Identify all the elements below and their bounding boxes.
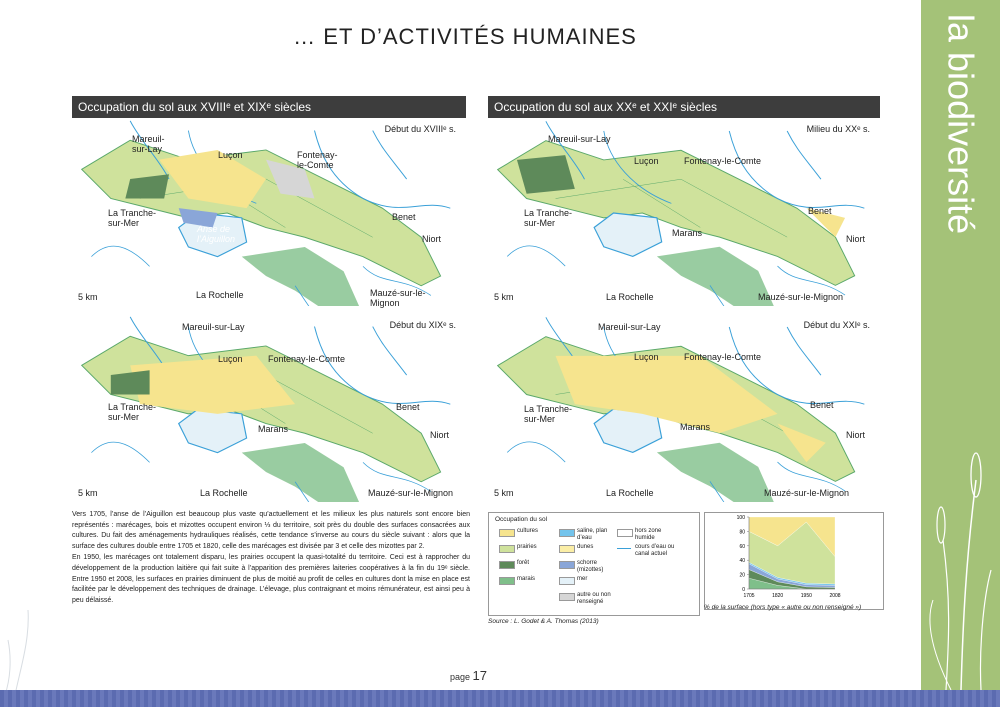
paragraph: Vers 1705, l’anse de l’Aiguillon est bea… bbox=[72, 511, 470, 550]
label-tranche: La Tranche-sur-Mer bbox=[108, 208, 157, 228]
legend-label: saline, plan d’eau bbox=[577, 528, 608, 541]
section-header-left: Occupation du sol aux XVIIIᵉ et XIXᵉ siè… bbox=[72, 96, 466, 118]
legend-swatch bbox=[559, 561, 575, 569]
label-larochelle: La Rochelle bbox=[606, 488, 654, 498]
map-period: Début du XVIIIᵉ s. bbox=[384, 124, 456, 134]
label-fontenay: Fontenay-le-Comte bbox=[684, 352, 762, 362]
label-benet: Benet bbox=[396, 402, 420, 412]
legend-swatch bbox=[559, 593, 575, 601]
legend-swatch bbox=[499, 577, 515, 585]
legend-swatch bbox=[559, 545, 575, 553]
sidebar-title: la biodiversité bbox=[940, 14, 982, 235]
chart-caption: % de la surface (hors type « autre ou no… bbox=[704, 604, 862, 611]
page-number: page 17 bbox=[450, 668, 487, 683]
legend-title: Occupation du sol bbox=[495, 516, 548, 523]
y-tick-label: 100 bbox=[737, 515, 746, 521]
label-benet: Benet bbox=[808, 206, 832, 216]
label-mareuil: Mareuil-sur-Lay bbox=[598, 322, 661, 332]
page-label: page bbox=[450, 672, 471, 682]
label-niort: Niort bbox=[846, 430, 866, 440]
area-chart: 0 20 40 60 80 100 1705 1820 1950 2008 bbox=[704, 512, 884, 610]
map-legend: Occupation du sol cultures prairies forêt m… bbox=[488, 512, 700, 616]
label-mauze: Mauzé-sur-le-Mignon bbox=[758, 292, 844, 302]
label-niort: Niort bbox=[846, 234, 866, 244]
legend-label: marais bbox=[517, 576, 536, 582]
legend-label: cultures bbox=[517, 528, 539, 534]
label-larochelle: La Rochelle bbox=[196, 290, 244, 300]
x-tick-label: 1950 bbox=[801, 593, 812, 599]
map-period: Début du XXIᵉ s. bbox=[803, 320, 870, 330]
label-mareuil: Mareuil-sur-Lay bbox=[548, 134, 611, 144]
scale-bar: 5 km bbox=[78, 488, 98, 498]
y-tick-label: 20 bbox=[739, 573, 745, 579]
legend-label: hors zone humide bbox=[635, 528, 662, 541]
legend-swatch bbox=[617, 529, 633, 537]
label-tranche: La Tranche-sur-Mer bbox=[524, 208, 573, 228]
body-text: Vers 1705, l’anse de l’Aiguillon est bea… bbox=[72, 510, 470, 607]
x-tick-label: 2008 bbox=[829, 593, 840, 599]
map-period: Milieu du XXᵉ s. bbox=[806, 124, 870, 134]
map-period: Début du XIXᵉ s. bbox=[389, 320, 456, 330]
legend-swatch bbox=[499, 545, 515, 553]
x-tick-label: 1820 bbox=[772, 593, 783, 599]
legend-swatch bbox=[559, 577, 575, 585]
legend-swatch bbox=[617, 548, 631, 549]
page-number-value: 17 bbox=[472, 668, 488, 683]
map-early-19th: Début du XIXᵉ s. Mareuil-sur-Lay Luçon F… bbox=[72, 316, 460, 560]
label-niort: Niort bbox=[422, 234, 442, 244]
legend-swatch bbox=[499, 561, 515, 569]
legend-label: cours d’eau ou canal actuel bbox=[635, 544, 675, 557]
reed-decoration-left bbox=[4, 609, 29, 695]
y-tick-label: 60 bbox=[739, 544, 745, 550]
map-mid-20th: Milieu du XXᵉ s. Mareuil-sur-Lay Luçon F… bbox=[488, 120, 874, 364]
label-lucon: Luçon bbox=[634, 352, 659, 362]
legend-label: dunes bbox=[577, 544, 594, 550]
scale-bar: 5 km bbox=[494, 292, 514, 302]
label-tranche: La Tranche-sur-Mer bbox=[524, 404, 573, 424]
label-mareuil: Mareuil-sur-Lay bbox=[132, 134, 165, 154]
label-lucon: Luçon bbox=[634, 156, 659, 166]
label-benet: Benet bbox=[392, 212, 416, 222]
x-tick-label: 1705 bbox=[743, 593, 754, 599]
legend-label: mer bbox=[577, 576, 588, 582]
legend-label: prairies bbox=[517, 544, 537, 550]
label-lucon: Luçon bbox=[218, 150, 243, 160]
map-early-18th: Début du XVIIIᵉ s. Mareuil-sur-Lay Luçon… bbox=[72, 120, 460, 364]
reed-decoration bbox=[929, 452, 992, 690]
label-larochelle: La Rochelle bbox=[200, 488, 248, 498]
label-mauze: Mauzé-sur-le-Mignon bbox=[764, 488, 850, 498]
label-fontenay: Fontenay-le-Comte bbox=[268, 354, 346, 364]
sidebar-band: la biodiversité bbox=[921, 0, 1000, 707]
label-marans: Marans bbox=[258, 424, 289, 434]
scale-bar: 5 km bbox=[78, 292, 98, 302]
label-marans: Marans bbox=[680, 422, 711, 432]
label-mareuil: Mareuil-sur-Lay bbox=[182, 322, 245, 332]
legend-label: forêt bbox=[517, 560, 530, 566]
source-note: Source : L. Godet & A. Thomas (2013) bbox=[488, 618, 599, 625]
legend-label: autre ou non renseigné bbox=[577, 592, 611, 605]
section-header-right: Occupation du sol aux XXᵉ et XXIᵉ siècle… bbox=[488, 96, 880, 118]
y-tick-label: 80 bbox=[739, 529, 745, 535]
label-larochelle: La Rochelle bbox=[606, 292, 654, 302]
map-early-21st: Début du XXIᵉ s. Mareuil-sur-Lay Luçon F… bbox=[488, 316, 874, 560]
legend-swatch bbox=[499, 529, 515, 537]
label-marans: Marans bbox=[672, 228, 703, 238]
legend-swatch bbox=[559, 529, 575, 537]
legend-label: schorre (mizottes) bbox=[577, 560, 604, 573]
label-fontenay: Fontenay-le-Comte bbox=[297, 150, 338, 170]
scale-bar: 5 km bbox=[494, 488, 514, 498]
bottom-band bbox=[0, 690, 1000, 707]
label-lucon: Luçon bbox=[218, 354, 243, 364]
label-mauze: Mauzé-sur-le-Mignon bbox=[368, 488, 454, 498]
label-anse: Anse de l’Aiguillon bbox=[197, 224, 236, 244]
label-niort: Niort bbox=[430, 430, 450, 440]
label-benet: Benet bbox=[810, 400, 834, 410]
label-tranche: La Tranche-sur-Mer bbox=[108, 402, 157, 422]
page-title: … ET D’ACTIVITÉS HUMAINES bbox=[293, 24, 637, 49]
paragraph: En 1950, les marécages ont totalement di… bbox=[72, 554, 470, 604]
label-fontenay: Fontenay-le-Comte bbox=[684, 156, 762, 166]
y-tick-label: 40 bbox=[739, 558, 745, 564]
label-mauze: Mauzé-sur-le-Mignon bbox=[370, 288, 426, 308]
